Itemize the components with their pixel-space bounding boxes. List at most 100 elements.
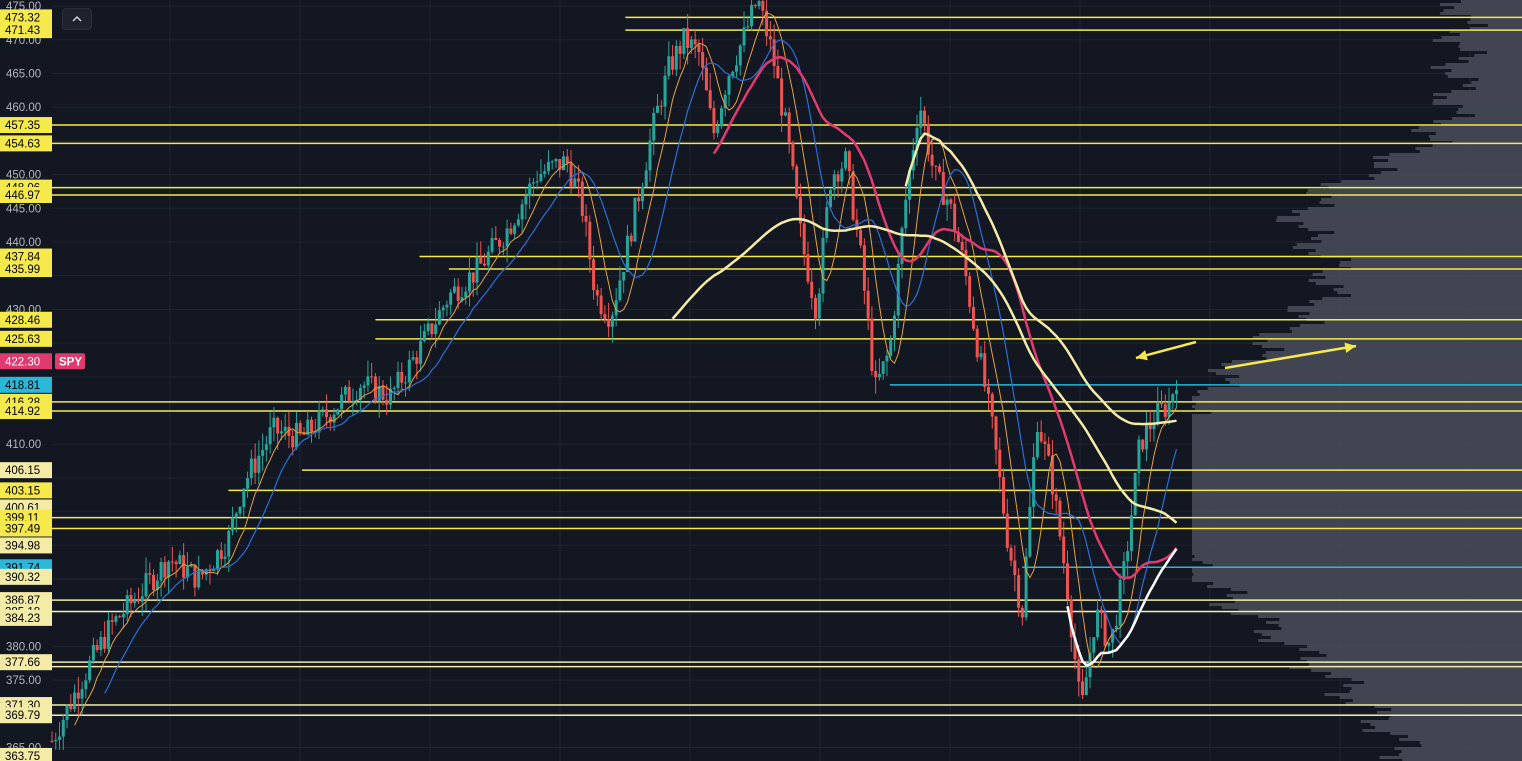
candle-body	[411, 357, 415, 360]
volume-profile-bar	[1192, 441, 1522, 444]
candle-body	[471, 272, 475, 283]
volume-profile-bar	[1192, 474, 1522, 477]
candle-body	[753, 4, 757, 7]
candle-body	[1141, 439, 1145, 450]
candle-body	[595, 289, 599, 296]
candle-body	[678, 46, 682, 54]
collapse-button[interactable]	[62, 8, 92, 30]
candle-body	[1092, 637, 1096, 653]
candle-body	[904, 199, 908, 229]
volume-profile-bar	[1212, 582, 1522, 585]
candle-body	[644, 170, 648, 187]
volume-profile-bar	[1192, 513, 1522, 516]
candle-body	[483, 263, 487, 266]
volume-profile-bar	[1298, 225, 1522, 228]
axis-tick-label: 460.00	[6, 102, 41, 114]
volume-profile-bar	[1192, 396, 1522, 399]
candle-body	[340, 394, 344, 410]
volume-profile-bar	[1320, 183, 1522, 186]
volume-profile-bar	[1325, 675, 1522, 678]
volume-profile-bar	[1397, 168, 1522, 171]
candle-body	[791, 142, 795, 167]
volume-profile-bar	[1192, 405, 1522, 408]
candle-body	[246, 478, 250, 489]
anchored-vwap-line	[904, 132, 1177, 426]
candle-body	[1035, 431, 1039, 458]
volume-profile-bar	[1458, 57, 1522, 60]
volume-profile-bar	[1266, 357, 1522, 360]
candle-body	[268, 427, 272, 445]
candle-body	[88, 660, 92, 681]
candle-body	[1167, 402, 1171, 417]
volume-profile-bar	[1487, 24, 1522, 27]
candle-body	[701, 52, 705, 68]
volume-profile-bar	[1192, 426, 1522, 429]
candle-body	[80, 689, 84, 699]
candle-body	[599, 295, 603, 315]
volume-profile-bar	[1230, 612, 1522, 615]
candle-body	[197, 569, 201, 588]
candle-body	[971, 306, 975, 329]
candle-body	[1118, 579, 1122, 626]
candle-body	[783, 112, 787, 116]
candle-body	[95, 645, 99, 650]
volume-profile-bar	[1192, 504, 1522, 507]
candle-body	[1163, 404, 1167, 417]
volume-profile-bar	[1307, 645, 1522, 648]
candle-body	[659, 105, 663, 107]
volume-profile-bar	[1339, 264, 1522, 267]
candle-body	[430, 323, 434, 335]
candle-body	[768, 36, 772, 40]
volume-profile-bar	[1360, 720, 1522, 723]
price-label: 428.46	[5, 315, 40, 327]
candle-body	[310, 419, 314, 432]
candle-body	[686, 28, 690, 48]
ma-long-line	[712, 56, 1178, 580]
candle-body	[253, 458, 257, 473]
candle-body	[667, 56, 671, 76]
price-label: 394.98	[5, 540, 40, 552]
candle-body	[813, 297, 817, 319]
candle-body	[964, 249, 968, 277]
candle-body	[945, 199, 949, 205]
candle-body	[866, 290, 870, 319]
candle-body	[637, 197, 641, 202]
candle-body	[719, 108, 723, 127]
volume-profile-bar	[1265, 621, 1522, 624]
volume-profile-bar	[1296, 243, 1522, 246]
volume-profile-bar	[1373, 165, 1522, 168]
price-chart[interactable]: 475.00470.00465.00460.00450.00445.00440.…	[0, 0, 1522, 761]
candle-body	[437, 310, 441, 325]
candle-body	[1152, 424, 1156, 430]
candle-body	[663, 75, 667, 107]
candle-body	[592, 259, 596, 290]
volume-profile-bar	[1315, 249, 1522, 252]
candle-body	[693, 39, 697, 45]
candle-body	[629, 235, 633, 242]
candle-body	[1133, 472, 1137, 516]
volume-profile-bar	[1192, 432, 1522, 435]
candle-body	[422, 331, 426, 342]
volume-profile-bar	[1445, 63, 1522, 66]
candle-body	[343, 386, 347, 395]
candle-body	[1047, 443, 1051, 456]
candle-body	[671, 56, 675, 70]
volume-profile-bar	[1291, 330, 1522, 333]
volume-profile-bar	[1364, 681, 1522, 684]
volume-profile-bar	[1374, 177, 1522, 180]
candle-body	[1160, 402, 1164, 405]
candle-body	[54, 739, 58, 742]
candle-body	[69, 705, 73, 710]
candle-body	[170, 561, 174, 563]
candle-body	[1028, 506, 1032, 557]
candle-body	[1002, 477, 1006, 514]
volume-profile-bar	[1452, 117, 1522, 120]
volume-profile-bar	[1330, 672, 1522, 675]
candle-body	[1009, 547, 1013, 561]
candle-body	[1103, 613, 1107, 646]
volume-profile-bar	[1192, 492, 1522, 495]
candle-body	[562, 156, 566, 171]
candle-body	[923, 110, 927, 124]
volume-profile-bar	[1192, 498, 1522, 501]
axis-tick-label: 445.00	[6, 203, 41, 215]
